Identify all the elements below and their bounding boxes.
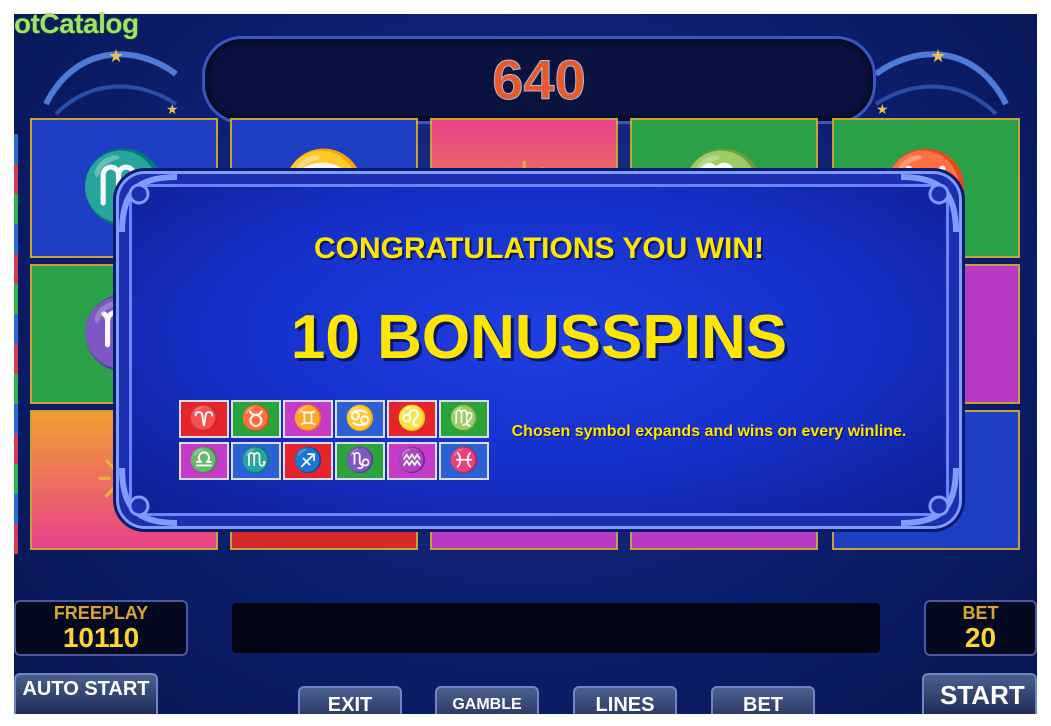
- lines-button[interactable]: LINES: [573, 686, 677, 714]
- freeplay-value: 10110: [62, 622, 140, 653]
- corner-ornament-icon: [891, 458, 961, 528]
- leo-icon: ♌: [387, 400, 437, 438]
- exit-button[interactable]: EXIT: [298, 686, 402, 714]
- svg-text:★: ★: [930, 46, 946, 66]
- popup-title: CONGRATULATIONS YOU WIN!: [314, 232, 764, 265]
- right-ornament-icon: ★ ★: [866, 34, 1016, 124]
- aquarius-icon: ♒: [387, 442, 437, 480]
- bonus-description: Chosen symbol expands and wins on every …: [511, 423, 907, 440]
- svg-text:★: ★: [108, 46, 124, 66]
- line-indicator-strip: [14, 134, 18, 554]
- auto-start-button[interactable]: AUTO START: [14, 673, 158, 714]
- virgo-icon: ♍: [439, 400, 489, 438]
- cancer-icon: ♋: [335, 400, 385, 438]
- game-frame: ★★ ★★ 640 ♏ ♋ ☀ ♍ ♉ ♑ ♒ ☀ ♐ ♊ ♊ ♋: [14, 14, 1037, 714]
- start-button[interactable]: START: [922, 673, 1037, 714]
- gamble-button[interactable]: GAMBLE: [435, 686, 539, 714]
- libra-icon: ♎: [179, 442, 229, 480]
- scorpio-icon: ♏: [231, 442, 281, 480]
- left-ornament-icon: ★ ★: [36, 34, 186, 124]
- bonus-win-dialog: CONGRATULATIONS YOU WIN! 10 BONUSSPINS ♈…: [119, 174, 959, 526]
- bet-value: 20: [964, 622, 997, 653]
- gemini-icon: ♊: [283, 400, 333, 438]
- svg-text:★: ★: [166, 101, 179, 117]
- corner-ornament-icon: [117, 458, 187, 528]
- bet-display: BET 20: [924, 600, 1037, 656]
- freeplay-label: FREEPLAY: [53, 603, 149, 623]
- pisces-icon: ♓: [439, 442, 489, 480]
- bonus-spins-headline: 10 BONUSSPINS: [290, 303, 788, 372]
- freeplay-display: FREEPLAY 10110: [14, 600, 188, 656]
- symbol-choice-grid: ♈ ♉ ♊ ♋ ♌ ♍ ♎ ♏ ♐ ♑ ♒ ♓: [179, 400, 491, 482]
- credit-display: 640: [202, 36, 876, 124]
- sagittarius-icon: ♐: [283, 442, 333, 480]
- bet-label: BET: [962, 603, 999, 623]
- aries-icon: ♈: [179, 400, 229, 438]
- watermark-logo: otCatalog: [14, 8, 139, 39]
- taurus-icon: ♉: [231, 400, 281, 438]
- bet-button[interactable]: BET: [711, 686, 815, 714]
- message-bar: [232, 603, 880, 653]
- svg-text:★: ★: [876, 101, 889, 117]
- capricorn-icon: ♑: [335, 442, 385, 480]
- credit-value: 640: [492, 48, 586, 112]
